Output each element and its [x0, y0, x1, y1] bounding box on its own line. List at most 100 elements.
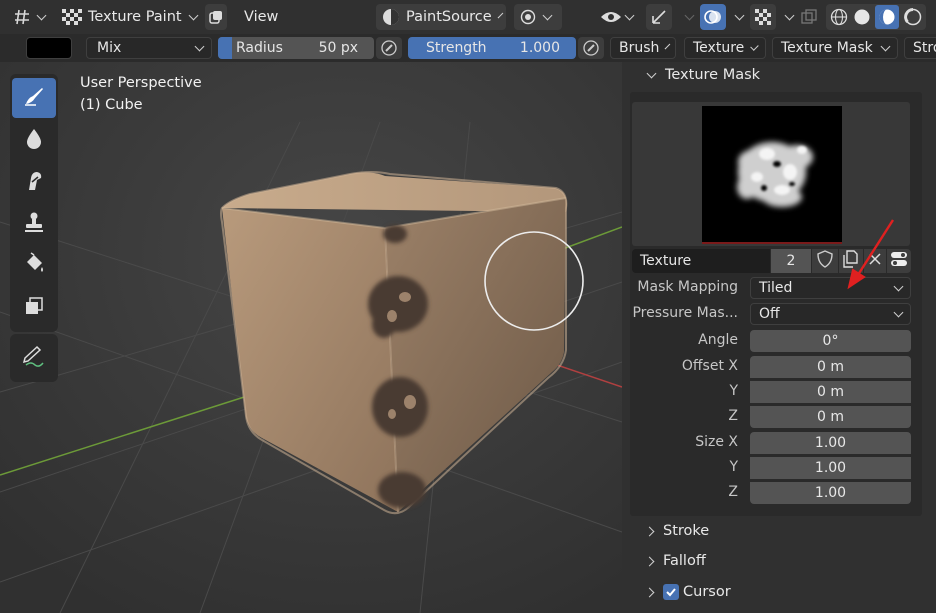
close-icon — [869, 253, 881, 269]
texture-preview — [632, 102, 910, 246]
chevron-down-icon — [497, 12, 504, 18]
new-texture-button[interactable] — [839, 249, 863, 273]
eye-icon — [600, 9, 622, 25]
mask-tool-button[interactable] — [12, 288, 56, 328]
cursor-checkbox[interactable] — [663, 584, 679, 600]
pressure-mask-label: Pressure Mas... — [632, 305, 738, 321]
xray-button[interactable] — [798, 4, 820, 30]
offset-y-field[interactable]: 0 m — [750, 381, 911, 403]
size-z-field[interactable]: 1.00 — [750, 482, 911, 504]
sphere-icon — [382, 8, 400, 26]
header-bar: Texture Paint View PaintSource — [0, 0, 936, 34]
falloff-panel-header[interactable]: Falloff — [644, 553, 706, 569]
brush-color-swatch[interactable] — [26, 37, 72, 59]
offset-x-field[interactable]: 0 m — [750, 356, 911, 378]
chevron-down-icon — [784, 10, 795, 20]
fill-tool-button[interactable] — [12, 246, 56, 286]
paint-source-label: PaintSource — [406, 9, 492, 25]
smear-icon — [23, 168, 45, 197]
pressure-mask-value: Off — [759, 306, 780, 322]
clone-tool-button[interactable] — [12, 204, 56, 244]
material-preview-icon[interactable] — [875, 5, 900, 29]
editor-type-menu[interactable] — [14, 4, 47, 30]
draw-tool-button[interactable] — [12, 78, 56, 118]
overlays-toggle-button[interactable] — [700, 4, 726, 30]
brush-panel-dropdown[interactable]: Brush — [610, 37, 676, 59]
mode-label: Texture Paint — [88, 9, 182, 25]
chevron-down-icon — [893, 307, 904, 317]
mask-mapping-dropdown[interactable]: Tiled — [750, 277, 911, 299]
soften-tool-button[interactable] — [12, 120, 56, 160]
paint-source-selector[interactable]: PaintSource — [376, 4, 506, 30]
gizmo-toggle-button[interactable] — [646, 4, 672, 30]
shading-options-button[interactable] — [514, 4, 562, 30]
size-x-label: Size X — [695, 434, 738, 450]
view-menu[interactable]: View — [244, 4, 278, 30]
texture-users-count[interactable]: 2 — [771, 249, 811, 273]
texture-mask-panel-header[interactable]: Texture Mask — [646, 67, 760, 83]
unlink-texture-button[interactable] — [864, 249, 886, 273]
blend-mode-value: Mix — [97, 40, 122, 56]
xray-toggle-button[interactable] — [205, 4, 227, 30]
offset-y-label: Y — [729, 383, 738, 399]
3d-viewport[interactable] — [0, 62, 622, 613]
wireframe-shading-icon[interactable] — [830, 8, 848, 26]
radius-pressure-button[interactable] — [376, 37, 402, 59]
brush-label: Brush — [619, 40, 660, 56]
pressure-mask-dropdown[interactable]: Off — [750, 303, 911, 325]
cursor-panel-header[interactable]: Cursor — [644, 584, 731, 600]
strength-pressure-button[interactable] — [578, 37, 604, 59]
texture-panel-dropdown[interactable]: Texture — [684, 37, 766, 59]
chevron-right-icon — [644, 526, 655, 536]
stroke-title: Stroke — [663, 523, 710, 539]
offset-z-field[interactable]: 0 m — [750, 406, 911, 428]
solid-shading-icon[interactable] — [853, 8, 871, 26]
fake-user-button[interactable] — [812, 249, 838, 273]
offset-z-label: Z — [728, 408, 738, 424]
mask-mapping-value: Tiled — [759, 280, 793, 296]
object-label: (1) Cube — [80, 97, 143, 113]
visibility-menu[interactable] — [600, 4, 635, 30]
radius-label: Radius — [236, 40, 283, 56]
texture-mask-title: Texture Mask — [665, 67, 761, 83]
brush-icon — [22, 84, 46, 113]
falloff-title: Falloff — [663, 553, 706, 569]
texture-mask-panel-dropdown[interactable]: Texture Mask — [772, 37, 898, 59]
size-y-field[interactable]: 1.00 — [750, 457, 911, 479]
rendered-shading-icon[interactable] — [903, 8, 922, 26]
texture-name-field[interactable]: Texture — [632, 249, 770, 273]
radius-value: 50 px — [318, 40, 358, 56]
angle-field[interactable]: 0° — [750, 330, 911, 352]
smear-tool-button[interactable] — [12, 162, 56, 202]
perspective-label: User Perspective — [80, 75, 202, 91]
overlays-menu[interactable] — [728, 4, 745, 30]
stamp-icon — [23, 210, 45, 239]
tool-shelf — [10, 74, 58, 332]
toggle-icon — [890, 250, 908, 272]
mesh-edit-overlay-button[interactable] — [750, 4, 776, 30]
chevron-down-icon — [646, 68, 657, 78]
angle-label: Angle — [698, 332, 738, 348]
radius-slider-fill — [218, 37, 232, 59]
chevron-down-icon — [665, 43, 671, 49]
strength-label: Strength — [426, 40, 487, 56]
strength-slider[interactable]: Strength 1.000 — [408, 37, 576, 59]
blend-mode-dropdown[interactable]: Mix — [86, 37, 212, 59]
stroke-panel-dropdown[interactable]: Stro — [904, 37, 936, 59]
stroke-panel-header[interactable]: Stroke — [644, 523, 710, 539]
radius-slider[interactable]: Radius 50 px — [218, 37, 374, 59]
annotate-tool-button[interactable] — [12, 338, 56, 378]
bucket-icon — [22, 251, 46, 281]
chevron-down-icon — [542, 10, 553, 20]
checker-small-icon — [755, 9, 771, 25]
grid-icon — [14, 8, 34, 26]
texture-properties-button[interactable] — [887, 249, 911, 273]
gizmo-menu[interactable] — [678, 4, 695, 30]
mode-selector[interactable]: Texture Paint — [62, 4, 199, 30]
chevron-down-icon — [624, 10, 635, 20]
overlays-icon — [704, 8, 722, 26]
cursor-title: Cursor — [683, 584, 731, 600]
mesh-overlay-menu[interactable] — [778, 4, 795, 30]
size-x-field[interactable]: 1.00 — [750, 432, 911, 454]
texture-label: Texture — [693, 40, 745, 56]
